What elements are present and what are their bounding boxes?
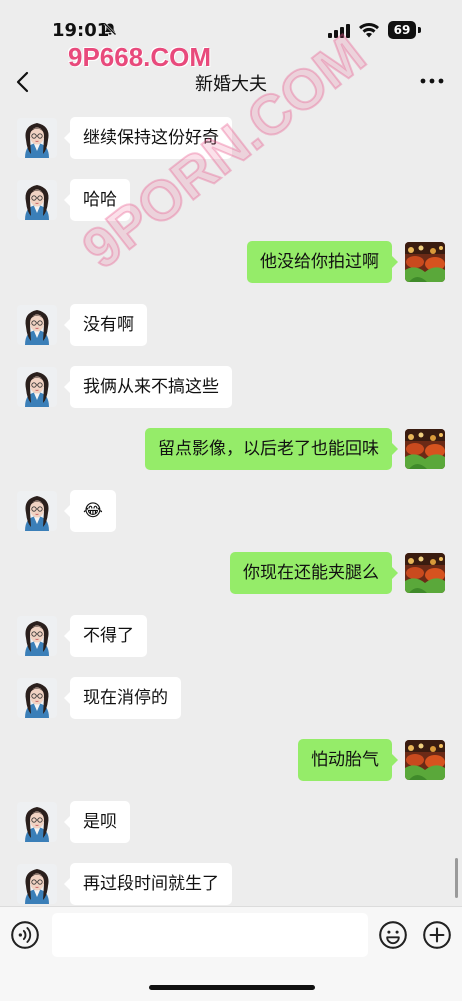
silent-bell-icon [103, 22, 117, 36]
message-list[interactable]: 继续保持这份好奇 哈哈他没给你拍过啊没有啊我俩从来不搞这些留点影像，以后老了也能回… [0, 106, 462, 906]
scroll-indicator[interactable] [455, 858, 458, 898]
contact-avatar[interactable] [17, 677, 57, 718]
chat-header: 新婚大夫 [0, 58, 462, 106]
message-row: 再过段时间就生了 [0, 862, 462, 906]
incoming-message-bubble[interactable]: 再过段时间就生了 [64, 863, 232, 906]
battery-tip [418, 27, 421, 33]
message-row: 留点影像，以后老了也能回味 [0, 427, 462, 473]
more-horizontal-icon[interactable] [420, 78, 444, 84]
emoji-icon[interactable] [379, 921, 407, 949]
contact-avatar[interactable] [17, 615, 57, 656]
message-row: 不得了 [0, 614, 462, 660]
message-row: 没有啊 [0, 303, 462, 349]
contact-avatar[interactable] [17, 491, 57, 532]
contact-avatar[interactable] [17, 304, 57, 345]
status-time: 19:01 [52, 20, 110, 41]
status-bar: 19:01 69 [0, 0, 462, 58]
incoming-message-bubble[interactable]: 没有啊 [64, 303, 147, 346]
message-row: 继续保持这份好奇 [0, 116, 462, 162]
outgoing-message-bubble[interactable]: 怕动胎气 [298, 739, 398, 781]
incoming-message-bubble[interactable]: 现在消停的 [64, 676, 181, 719]
message-row: 他没给你拍过啊 [0, 240, 462, 286]
incoming-message-bubble[interactable]: 我俩从来不搞这些 [64, 365, 232, 408]
self-avatar[interactable] [405, 429, 445, 469]
message-row: 怕动胎气 [0, 738, 462, 784]
voice-icon[interactable] [11, 921, 39, 949]
incoming-message-bubble[interactable]: 😂 [64, 490, 116, 533]
incoming-message-bubble[interactable]: 是呗 [64, 801, 130, 844]
message-input[interactable] [52, 913, 368, 957]
message-row: 😂 [0, 489, 462, 535]
cellular-signal-icon [328, 24, 350, 38]
wifi-icon [359, 23, 379, 38]
outgoing-message-bubble[interactable]: 留点影像，以后老了也能回味 [145, 428, 398, 470]
chat-title: 新婚大夫 [195, 74, 267, 95]
self-avatar[interactable] [405, 740, 445, 780]
contact-avatar[interactable] [17, 366, 57, 407]
battery-level: 69 [393, 23, 411, 37]
incoming-message-bubble[interactable]: 不得了 [64, 614, 147, 657]
home-indicator [149, 985, 315, 990]
battery-indicator: 69 [388, 21, 416, 39]
self-avatar[interactable] [405, 242, 445, 283]
message-row: 是呗 [0, 800, 462, 846]
incoming-message-bubble[interactable]: 哈哈 [64, 179, 130, 222]
contact-avatar[interactable] [17, 864, 57, 905]
message-row: 你现在还能夹腿么 [0, 551, 462, 597]
outgoing-message-bubble[interactable]: 他没给你拍过啊 [247, 241, 398, 284]
message-row: 哈哈 [0, 178, 462, 224]
contact-avatar[interactable] [17, 118, 57, 158]
self-avatar[interactable] [405, 553, 445, 594]
message-row: 我俩从来不搞这些 [0, 365, 462, 411]
contact-avatar[interactable] [17, 802, 57, 843]
message-row: 现在消停的 [0, 676, 462, 722]
contact-avatar[interactable] [17, 180, 57, 221]
plus-icon[interactable] [423, 921, 451, 949]
outgoing-message-bubble[interactable]: 你现在还能夹腿么 [230, 552, 398, 595]
incoming-message-bubble[interactable]: 继续保持这份好奇 [64, 117, 232, 159]
